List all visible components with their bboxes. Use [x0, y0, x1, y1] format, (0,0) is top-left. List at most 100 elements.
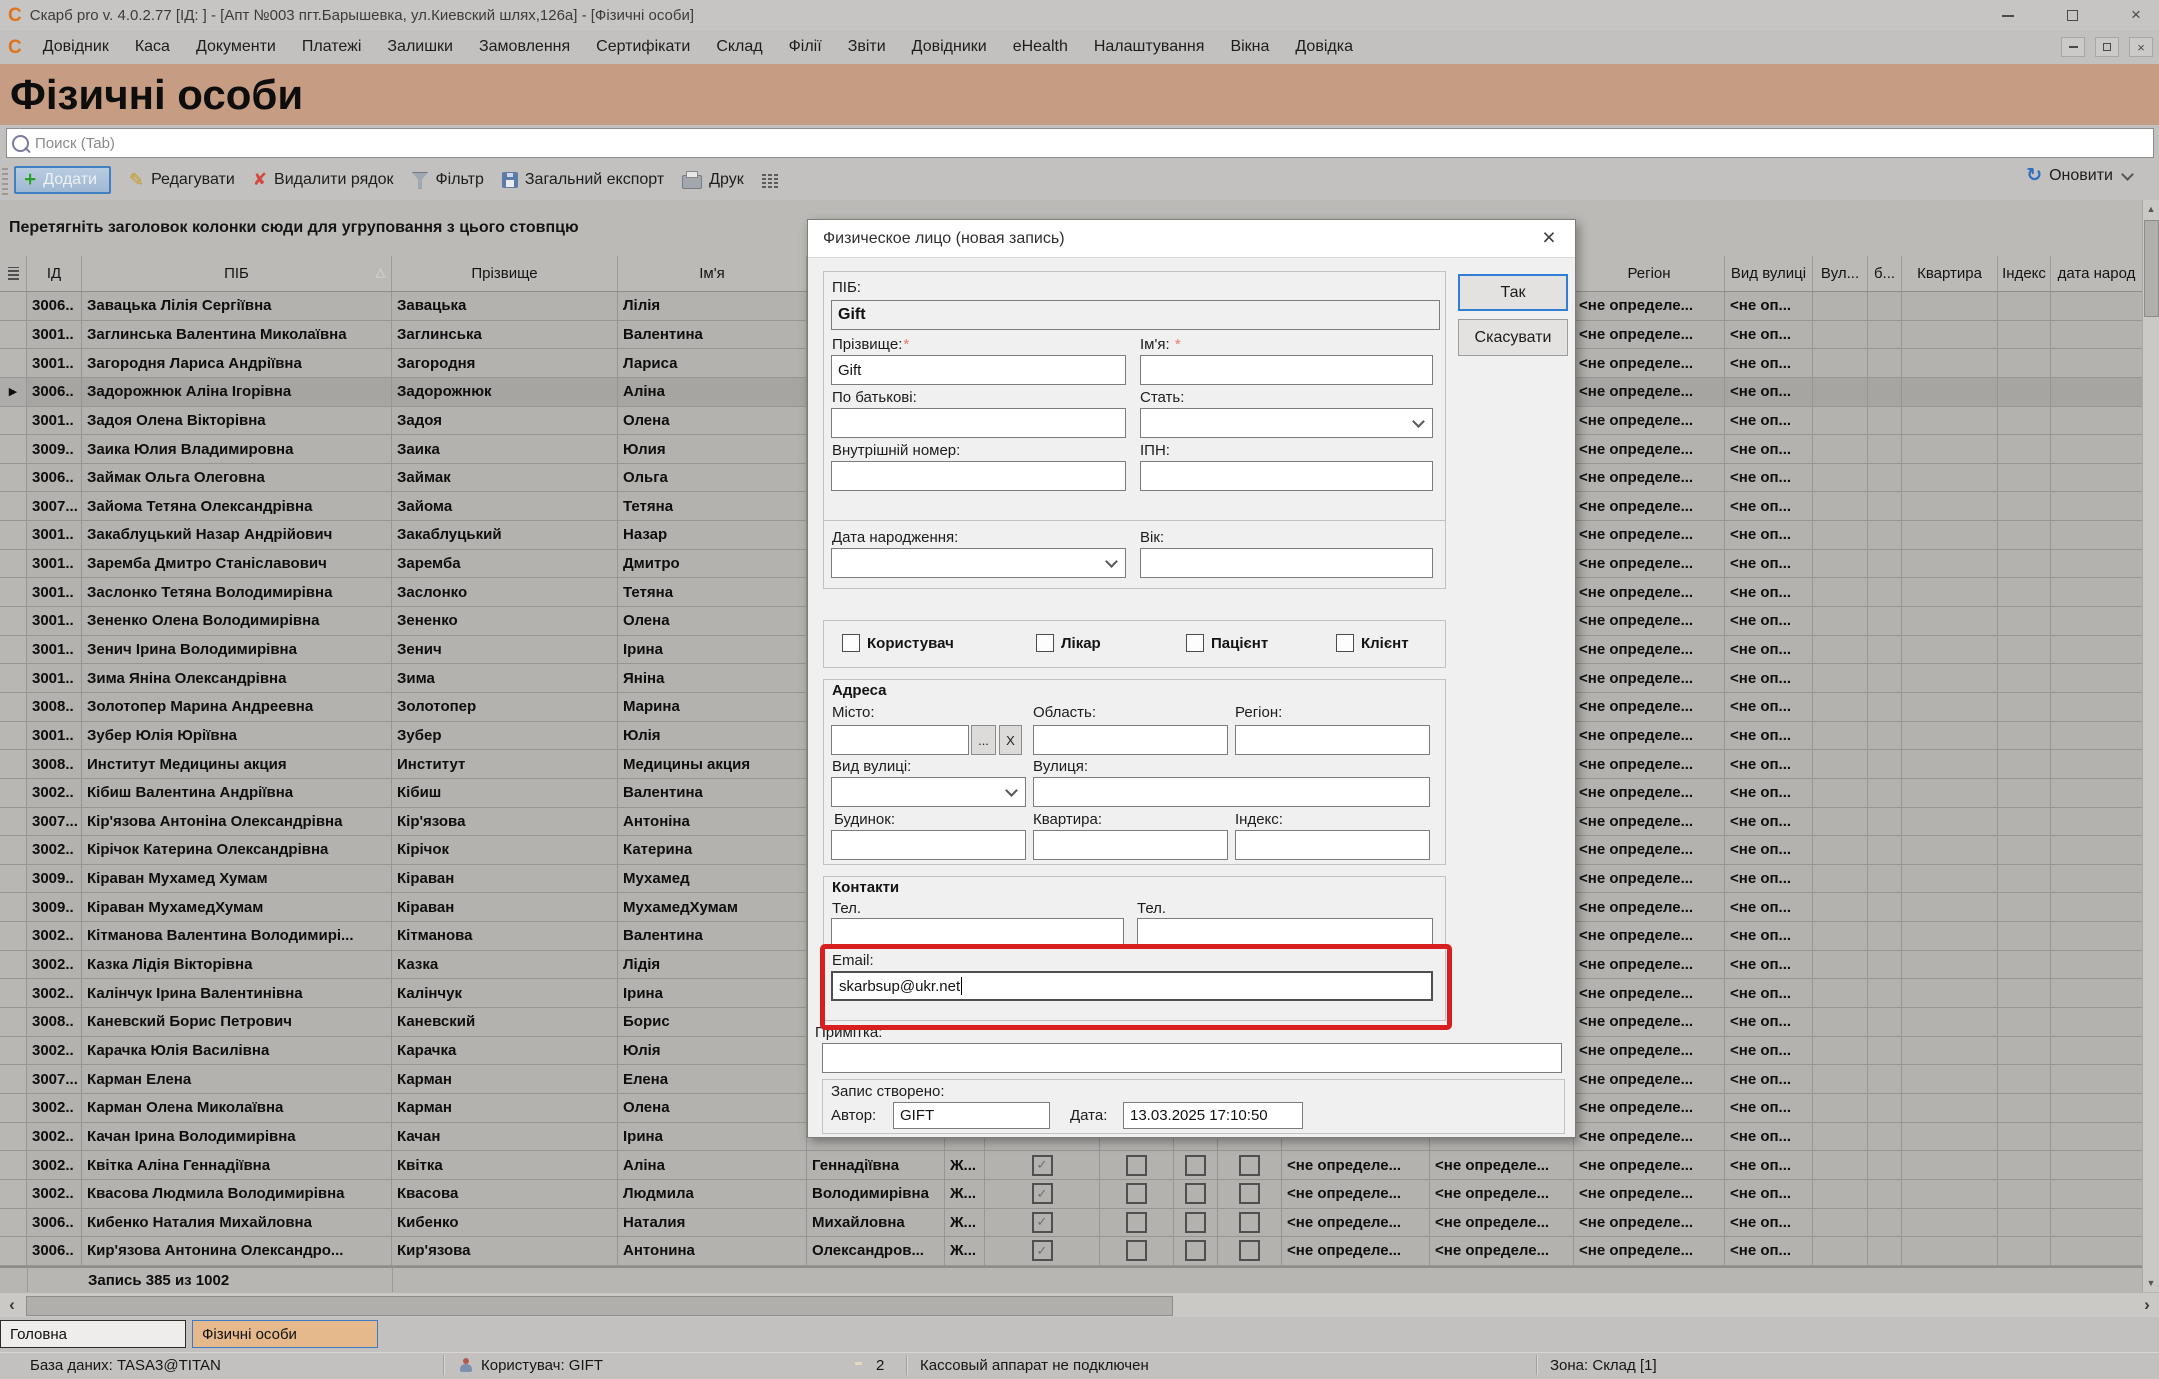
- apartment-field[interactable]: [1033, 830, 1228, 860]
- checkbox-unchecked-icon[interactable]: [1239, 1183, 1260, 1204]
- checkbox-unchecked-icon[interactable]: [1126, 1183, 1147, 1204]
- menu-item[interactable]: Сертифікати: [596, 38, 690, 56]
- checkbox-checked-icon[interactable]: ✓: [1032, 1212, 1053, 1233]
- menu-item[interactable]: Каса: [135, 38, 170, 56]
- menu-item[interactable]: Документи: [196, 38, 276, 56]
- author-field[interactable]: GIFT: [893, 1102, 1050, 1129]
- export-button[interactable]: Загальний експорт: [502, 171, 664, 189]
- checkbox-box-icon[interactable]: [1186, 634, 1204, 652]
- restore-button[interactable]: [2057, 5, 2087, 25]
- dialog-title-bar[interactable]: Физическое лицо (новая запись) ×: [808, 220, 1575, 258]
- scroll-down-icon[interactable]: ▼: [2143, 1274, 2159, 1292]
- column-header[interactable]: Регіон: [1574, 256, 1725, 291]
- delete-row-button[interactable]: ✘ Видалити рядок: [253, 171, 394, 189]
- menu-item[interactable]: Склад: [716, 38, 762, 56]
- pib-field[interactable]: Gift: [831, 300, 1440, 330]
- street-type-dropdown[interactable]: [831, 777, 1026, 807]
- search-input[interactable]: Поиск (Tab): [6, 128, 2154, 158]
- checkbox-box-icon[interactable]: [842, 634, 860, 652]
- horizontal-scroll-thumb[interactable]: [26, 1296, 1173, 1316]
- city-field[interactable]: [831, 725, 969, 755]
- role-checkbox[interactable]: Пацієнт: [1186, 634, 1268, 652]
- print-button[interactable]: Друк: [682, 171, 744, 189]
- columns-button[interactable]: [762, 173, 779, 188]
- checkbox-unchecked-icon[interactable]: [1239, 1212, 1260, 1233]
- checkbox-checked-icon[interactable]: ✓: [1032, 1155, 1053, 1176]
- patronymic-field[interactable]: [831, 408, 1126, 438]
- column-header[interactable]: Квартира: [1902, 256, 1998, 291]
- mdi-close-button[interactable]: ×: [2129, 37, 2153, 57]
- role-checkbox[interactable]: Лікар: [1036, 634, 1101, 652]
- column-header[interactable]: Прізвище: [392, 256, 618, 291]
- menu-item[interactable]: Вікна: [1230, 38, 1269, 56]
- menu-item[interactable]: Платежі: [302, 38, 362, 56]
- role-checkbox[interactable]: Клієнт: [1336, 634, 1409, 652]
- checkbox-unchecked-icon[interactable]: [1126, 1155, 1147, 1176]
- cancel-button[interactable]: Скасувати: [1458, 319, 1568, 356]
- menu-item[interactable]: Звіти: [848, 38, 886, 56]
- sex-dropdown[interactable]: [1140, 408, 1433, 438]
- checkbox-unchecked-icon[interactable]: [1126, 1240, 1147, 1261]
- horizontal-scrollbar[interactable]: ‹ ›: [0, 1292, 2159, 1318]
- menu-item[interactable]: Налаштування: [1094, 38, 1205, 56]
- column-header[interactable]: б...: [1868, 256, 1902, 291]
- ipn-field[interactable]: [1140, 461, 1433, 491]
- table-row[interactable]: 3002..Квасова Людмила ВолодимирівнаКвасо…: [0, 1180, 2143, 1209]
- menu-item[interactable]: Замовлення: [479, 38, 570, 56]
- minimize-button[interactable]: [1993, 5, 2023, 25]
- refresh-button[interactable]: ↻ Оновити: [2026, 167, 2132, 185]
- checkbox-unchecked-icon[interactable]: [1185, 1183, 1206, 1204]
- email-field[interactable]: skarbsup@ukr.net: [831, 971, 1433, 1001]
- scroll-up-icon[interactable]: ▲: [2143, 200, 2159, 218]
- column-header[interactable]: Ім'я: [618, 256, 807, 291]
- internal-number-field[interactable]: [831, 461, 1126, 491]
- vertical-scroll-thumb[interactable]: [2144, 220, 2159, 317]
- checkbox-unchecked-icon[interactable]: [1126, 1212, 1147, 1233]
- checkbox-checked-icon[interactable]: ✓: [1032, 1240, 1053, 1261]
- tel2-field[interactable]: [1137, 918, 1433, 948]
- scroll-right-icon[interactable]: ›: [2137, 1295, 2157, 1315]
- region-field[interactable]: [1235, 725, 1430, 755]
- age-field[interactable]: [1140, 548, 1433, 578]
- checkbox-unchecked-icon[interactable]: [1185, 1212, 1206, 1233]
- street-field[interactable]: [1033, 777, 1430, 807]
- checkbox-box-icon[interactable]: [1336, 634, 1354, 652]
- menu-item[interactable]: Довідники: [912, 38, 987, 56]
- mdi-restore-button[interactable]: [2095, 37, 2119, 57]
- column-header[interactable]: ІД: [27, 256, 82, 291]
- menu-item[interactable]: Залишки: [387, 38, 453, 56]
- role-checkbox[interactable]: Користувач: [842, 634, 954, 652]
- building-field[interactable]: [831, 830, 1026, 860]
- column-header[interactable]: Індекс: [1998, 256, 2051, 291]
- column-header[interactable]: дата народ: [2051, 256, 2143, 291]
- dialog-close-icon[interactable]: ×: [1535, 224, 1563, 251]
- close-button[interactable]: ×: [2121, 5, 2151, 25]
- note-field[interactable]: [822, 1043, 1562, 1073]
- tab-inactive[interactable]: Головна: [0, 1320, 186, 1348]
- column-header[interactable]: Вид вулиці: [1725, 256, 1813, 291]
- menu-item[interactable]: Філії: [789, 38, 822, 56]
- column-header[interactable]: Вул...: [1813, 256, 1868, 291]
- table-row[interactable]: 3002..Квітка Аліна ГеннадіївнаКвіткаАлін…: [0, 1151, 2143, 1180]
- scroll-left-icon[interactable]: ‹: [2, 1295, 22, 1315]
- oblast-field[interactable]: [1033, 725, 1228, 755]
- table-row[interactable]: 3006..Кир'язова Антонина Олександро...Ки…: [0, 1237, 2143, 1266]
- mdi-minimize-button[interactable]: [2061, 37, 2085, 57]
- add-button[interactable]: + Додати: [14, 166, 111, 194]
- checkbox-unchecked-icon[interactable]: [1239, 1155, 1260, 1176]
- surname-field[interactable]: Gift: [831, 355, 1126, 385]
- menu-item[interactable]: Довідка: [1295, 38, 1353, 56]
- checkbox-unchecked-icon[interactable]: [1239, 1240, 1260, 1261]
- menu-item[interactable]: Довідник: [43, 38, 109, 56]
- checkbox-box-icon[interactable]: [1036, 634, 1054, 652]
- checkbox-unchecked-icon[interactable]: [1185, 1155, 1206, 1176]
- birthdate-dropdown[interactable]: [831, 548, 1126, 578]
- index-field[interactable]: [1235, 830, 1430, 860]
- edit-button[interactable]: ✎ Редагувати: [129, 171, 235, 189]
- date-field[interactable]: 13.03.2025 17:10:50: [1123, 1102, 1303, 1129]
- tel1-field[interactable]: [831, 918, 1124, 948]
- city-browse-button[interactable]: ...: [971, 725, 996, 755]
- column-header-empty[interactable]: [0, 256, 27, 291]
- menu-item[interactable]: eHealth: [1013, 38, 1068, 56]
- checkbox-unchecked-icon[interactable]: [1185, 1240, 1206, 1261]
